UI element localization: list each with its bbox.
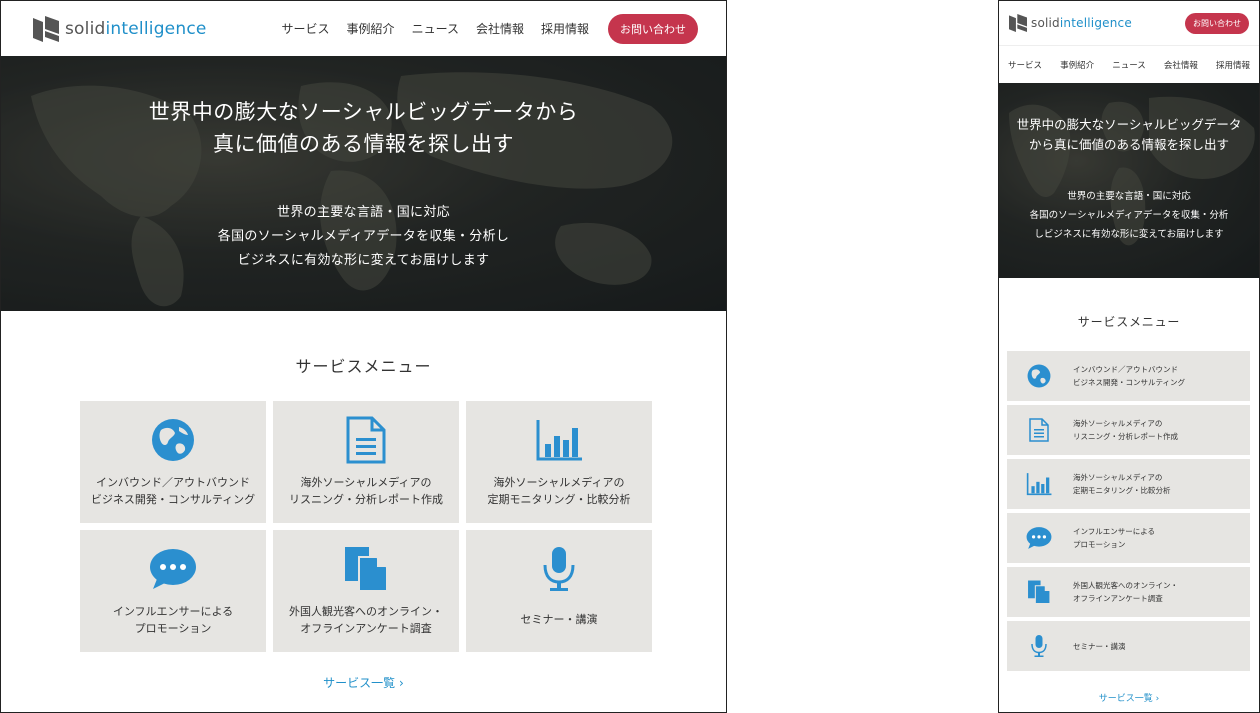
- world-map-background: [999, 83, 1259, 278]
- bar-chart-icon: [1025, 470, 1053, 498]
- service-label: 海外ソーシャルメディアの 定期モニタリング・比較分析: [1073, 473, 1171, 495]
- service-card-consulting[interactable]: インバウンド／アウトバウンド ビジネス開発・コンサルティング: [80, 401, 266, 523]
- mobile-service-influencer[interactable]: インフルエンサーによる プロモーション: [1007, 513, 1250, 563]
- mobile-services-title: サービスメニュー: [1077, 315, 1181, 329]
- service-label: セミナー・講演: [520, 613, 598, 626]
- services-title: サービスメニュー: [295, 357, 432, 376]
- mobile-services-list: インバウンド／アウトバウンド ビジネス開発・コンサルティング 海外ソーシャルメディ…: [1007, 351, 1250, 671]
- mobile-service-listening-report[interactable]: 海外ソーシャルメディアの リスニング・分析レポート作成: [1007, 405, 1250, 455]
- service-label: インバウンド／アウトバウンド ビジネス開発・コンサルティング: [1073, 365, 1186, 387]
- nav-item-cases[interactable]: 事例紹介: [347, 20, 395, 37]
- copy-documents-icon: [342, 545, 390, 593]
- service-label: 外国人観光客へのオンライン・ オフラインアンケート調査: [289, 605, 443, 635]
- hero-subtitle: 世界の主要な言語・国に対応 各国のソーシャルメディアデータを収集・分析し ビジネ…: [217, 205, 510, 268]
- document-icon: [1025, 416, 1053, 444]
- nav-item-company[interactable]: 会社情報: [476, 20, 524, 37]
- logo-mark-icon: [1009, 14, 1027, 32]
- mobile-nav: サービス 事例紹介 ニュース 会社情報 採用情報: [999, 45, 1259, 83]
- service-label: インフルエンサーによる プロモーション: [1073, 527, 1156, 549]
- chevron-right-icon: ›: [399, 676, 404, 690]
- service-label: インフルエンサーによる プロモーション: [112, 605, 234, 635]
- document-icon: [342, 416, 390, 464]
- bar-chart-icon: [535, 416, 583, 464]
- copy-documents-icon: [1025, 578, 1053, 606]
- service-label: セミナー・講演: [1073, 641, 1126, 651]
- logo[interactable]: solidintelligence: [33, 15, 207, 42]
- service-label: 海外ソーシャルメディアの リスニング・分析レポート作成: [289, 476, 443, 506]
- mobile-hero-banner: 世界中の膨大なソーシャルビッグデータ から真に価値のある情報を探し出す 世界の主…: [999, 83, 1259, 278]
- mobile-header: solidintelligence お問い合わせ: [999, 1, 1259, 45]
- globe-icon: [1025, 362, 1053, 390]
- nav-item-services[interactable]: サービス: [282, 20, 330, 37]
- service-card-influencer[interactable]: インフルエンサーによる プロモーション: [80, 530, 266, 652]
- mobile-logo[interactable]: solidintelligence: [1009, 14, 1132, 32]
- service-label: 海外ソーシャルメディアの 定期モニタリング・比較分析: [487, 476, 631, 506]
- speech-bubble-icon: [149, 545, 197, 593]
- desktop-viewport: solidintelligence サービス 事例紹介 ニュース 会社情報 採用…: [0, 0, 727, 713]
- site-header: solidintelligence サービス 事例紹介 ニュース 会社情報 採用…: [1, 1, 726, 56]
- contact-button[interactable]: お問い合わせ: [608, 13, 698, 44]
- service-label: インバウンド／アウトバウンド ビジネス開発・コンサルティング: [90, 476, 256, 506]
- logo-text: solidintelligence: [1031, 16, 1132, 30]
- service-label: 外国人観光客へのオンライン・ オフラインアンケート調査: [1073, 581, 1178, 603]
- service-card-monitoring[interactable]: 海外ソーシャルメディアの 定期モニタリング・比較分析: [466, 401, 652, 523]
- service-card-seminar[interactable]: セミナー・講演: [466, 530, 652, 652]
- services-more-link[interactable]: サービス一覧 ›: [1, 674, 726, 691]
- hero-title: 世界中の膨大なソーシャルビッグデータから 真に価値のある情報を探し出す: [148, 100, 579, 156]
- mobile-service-monitoring[interactable]: 海外ソーシャルメディアの 定期モニタリング・比較分析: [1007, 459, 1250, 509]
- service-card-listening-report[interactable]: 海外ソーシャルメディアの リスニング・分析レポート作成: [273, 401, 459, 523]
- mobile-viewport: solidintelligence お問い合わせ サービス 事例紹介 ニュース …: [998, 0, 1260, 713]
- mobile-hero-title: 世界中の膨大なソーシャルビッグデータ から真に価値のある情報を探し出す: [1016, 117, 1242, 152]
- hero-banner: 世界中の膨大なソーシャルビッグデータから 真に価値のある情報を探し出す 世界の主…: [1, 56, 726, 311]
- mobile-service-consulting[interactable]: インバウンド／アウトバウンド ビジネス開発・コンサルティング: [1007, 351, 1250, 401]
- mobile-service-seminar[interactable]: セミナー・講演: [1007, 621, 1250, 671]
- mobile-hero-subtitle: 世界の主要な言語・国に対応 各国のソーシャルメディアデータを収集・分析 しビジネ…: [1029, 191, 1229, 240]
- logo-mark-icon: [33, 15, 59, 42]
- nav-item-services[interactable]: サービス: [1008, 59, 1042, 71]
- service-label: 海外ソーシャルメディアの リスニング・分析レポート作成: [1073, 419, 1178, 441]
- nav-item-cases[interactable]: 事例紹介: [1060, 59, 1094, 71]
- logo-text: solidintelligence: [65, 18, 207, 39]
- main-nav: サービス 事例紹介 ニュース 会社情報 採用情報 お問い合わせ: [282, 13, 698, 44]
- services-grid: インバウンド／アウトバウンド ビジネス開発・コンサルティング 海外ソーシャルメディ…: [80, 401, 652, 652]
- microphone-icon: [1025, 632, 1053, 660]
- speech-bubble-icon: [1025, 524, 1053, 552]
- chevron-right-icon: ›: [1155, 694, 1160, 704]
- globe-icon: [149, 416, 197, 464]
- nav-item-recruit[interactable]: 採用情報: [541, 20, 589, 37]
- nav-item-news[interactable]: ニュース: [412, 20, 459, 37]
- service-card-survey[interactable]: 外国人観光客へのオンライン・ オフラインアンケート調査: [273, 530, 459, 652]
- mobile-services-more-link[interactable]: サービス一覧 ›: [999, 691, 1259, 704]
- nav-item-company[interactable]: 会社情報: [1164, 59, 1198, 71]
- nav-item-recruit[interactable]: 採用情報: [1216, 59, 1250, 71]
- mobile-service-survey[interactable]: 外国人観光客へのオンライン・ オフラインアンケート調査: [1007, 567, 1250, 617]
- mobile-contact-button[interactable]: お問い合わせ: [1185, 12, 1249, 34]
- microphone-icon: [535, 545, 583, 593]
- nav-item-news[interactable]: ニュース: [1112, 59, 1146, 71]
